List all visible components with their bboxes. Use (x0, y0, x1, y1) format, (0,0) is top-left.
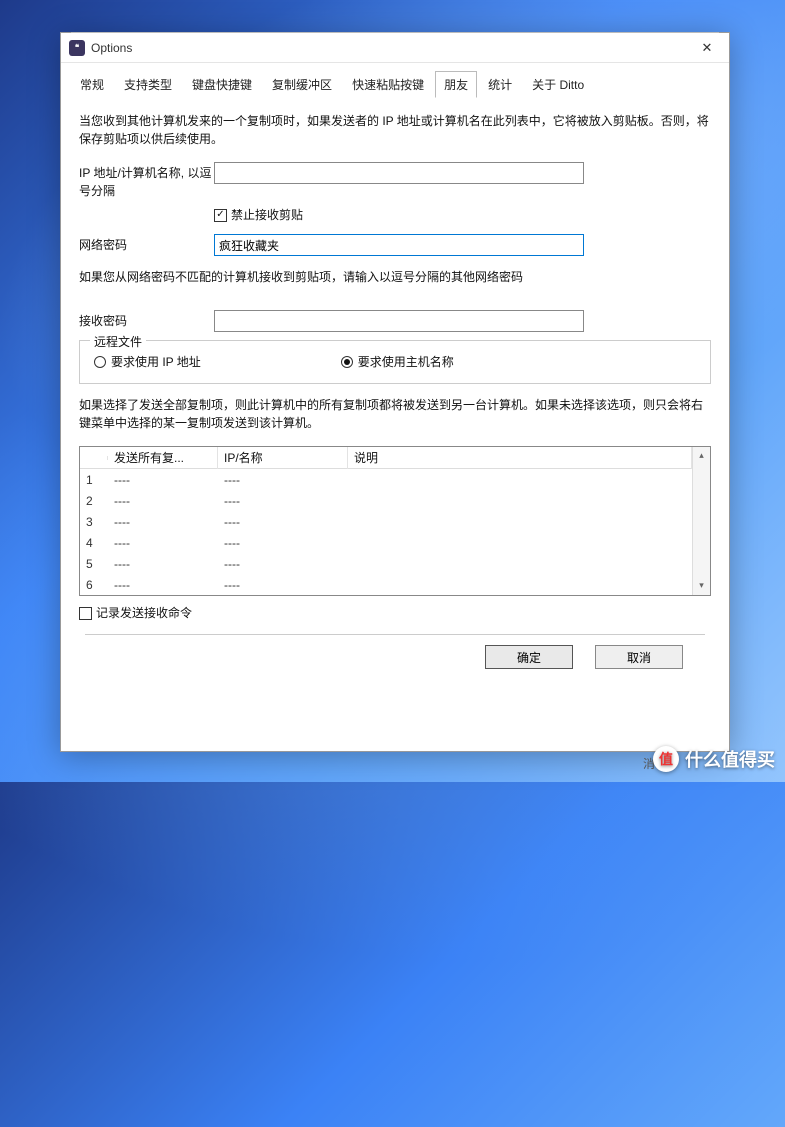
watermark-badge-icon: 值 (653, 746, 679, 772)
cell-ip-name: ---- (218, 576, 348, 594)
cell-ip-name: ---- (218, 555, 348, 573)
table-header: 发送所有复... IP/名称 说明 (80, 447, 710, 469)
radio-icon (341, 356, 353, 368)
tab-general[interactable]: 常规 (71, 71, 113, 98)
col-ip-name: IP/名称 (218, 447, 348, 469)
cell-index: 6 (80, 576, 108, 594)
remote-file-group: 远程文件 要求使用 IP 地址 要求使用主机名称 (79, 340, 711, 384)
close-button[interactable]: ✕ (693, 38, 721, 58)
cell-ip-name: ---- (218, 513, 348, 531)
table-row[interactable]: 6-------- (80, 574, 710, 595)
radio-icon (94, 356, 106, 368)
cell-ip-name: ---- (218, 471, 348, 489)
checkbox-icon (79, 607, 92, 620)
col-index (80, 456, 108, 460)
table-row[interactable]: 5-------- (80, 553, 710, 574)
ip-input[interactable] (214, 162, 584, 184)
cell-index: 1 (80, 471, 108, 489)
options-dialog: ❝ Options ✕ 常规 支持类型 键盘快捷键 复制缓冲区 快速粘贴按键 朋… (60, 32, 730, 752)
table-row[interactable]: 4-------- (80, 532, 710, 553)
tab-supported-types[interactable]: 支持类型 (115, 71, 181, 98)
ip-label: IP 地址/计算机名称, 以逗号分隔 (79, 162, 214, 200)
scroll-up-icon[interactable]: ▴ (693, 447, 710, 465)
cell-ip-name: ---- (218, 492, 348, 510)
radio-require-hostname-label: 要求使用主机名称 (358, 353, 454, 371)
cell-index: 3 (80, 513, 108, 531)
checkbox-icon (214, 209, 227, 222)
radio-require-ip[interactable]: 要求使用 IP 地址 (94, 353, 201, 371)
net-password-note: 如果您从网络密码不匹配的计算机接收到剪贴项，请输入以逗号分隔的其他网络密码 (79, 268, 711, 286)
log-commands-label: 记录发送接收命令 (96, 604, 192, 622)
radio-require-hostname[interactable]: 要求使用主机名称 (341, 353, 454, 371)
cell-send-all: ---- (108, 471, 218, 489)
col-desc: 说明 (348, 447, 692, 469)
cell-send-all: ---- (108, 513, 218, 531)
cell-ip-name: ---- (218, 534, 348, 552)
cell-send-all: ---- (108, 555, 218, 573)
radio-require-ip-label: 要求使用 IP 地址 (111, 353, 201, 371)
col-send-all: 发送所有复... (108, 447, 218, 469)
watermark-text: 什么值得买 (685, 746, 775, 772)
table-row[interactable]: 1-------- (80, 469, 710, 490)
titlebar: ❝ Options ✕ (61, 33, 729, 63)
tab-strip: 常规 支持类型 键盘快捷键 复制缓冲区 快速粘贴按键 朋友 统计 关于 Ditt… (61, 63, 729, 98)
table-row[interactable]: 2-------- (80, 490, 710, 511)
cell-send-all: ---- (108, 534, 218, 552)
cell-send-all: ---- (108, 492, 218, 510)
cell-index: 4 (80, 534, 108, 552)
net-password-label: 网络密码 (79, 234, 214, 254)
tab-panel-friends: 当您收到其他计算机发来的一个复制项时，如果发送者的 IP 地址或计算机名在此列表… (61, 98, 729, 751)
cell-index: 2 (80, 492, 108, 510)
window-title: Options (91, 41, 693, 55)
remote-file-legend: 远程文件 (90, 333, 146, 351)
friends-table[interactable]: 发送所有复... IP/名称 说明 1--------2--------3---… (79, 446, 711, 596)
send-note: 如果选择了发送全部复制项，则此计算机中的所有复制项都将被发送到另一台计算机。如果… (79, 396, 711, 432)
scroll-down-icon[interactable]: ▾ (693, 577, 710, 595)
recv-password-label: 接收密码 (79, 310, 214, 330)
deny-receive-label: 禁止接收剪贴 (231, 206, 303, 224)
tab-keyboard-shortcuts[interactable]: 键盘快捷键 (183, 71, 261, 98)
tab-about-ditto[interactable]: 关于 Ditto (523, 71, 593, 98)
table-row[interactable]: 3-------- (80, 511, 710, 532)
tab-copy-buffers[interactable]: 复制缓冲区 (263, 71, 341, 98)
watermark: 值 什么值得买 (653, 746, 775, 772)
net-password-input[interactable] (214, 234, 584, 256)
intro-text: 当您收到其他计算机发来的一个复制项时，如果发送者的 IP 地址或计算机名在此列表… (79, 112, 711, 148)
cell-send-all: ---- (108, 576, 218, 594)
deny-receive-checkbox[interactable]: 禁止接收剪贴 (214, 206, 711, 224)
tab-stats[interactable]: 统计 (479, 71, 521, 98)
dialog-footer: 确定 取消 (85, 634, 705, 683)
cancel-button[interactable]: 取消 (595, 645, 683, 669)
cell-index: 5 (80, 555, 108, 573)
app-icon: ❝ (69, 40, 85, 56)
ok-button[interactable]: 确定 (485, 645, 573, 669)
tab-friends[interactable]: 朋友 (435, 71, 477, 98)
tab-quick-paste-keys[interactable]: 快速粘贴按键 (343, 71, 433, 98)
close-icon: ✕ (702, 40, 713, 56)
table-scrollbar[interactable]: ▴ ▾ (692, 447, 710, 595)
recv-password-input[interactable] (214, 310, 584, 332)
log-commands-checkbox[interactable]: 记录发送接收命令 (79, 604, 711, 622)
